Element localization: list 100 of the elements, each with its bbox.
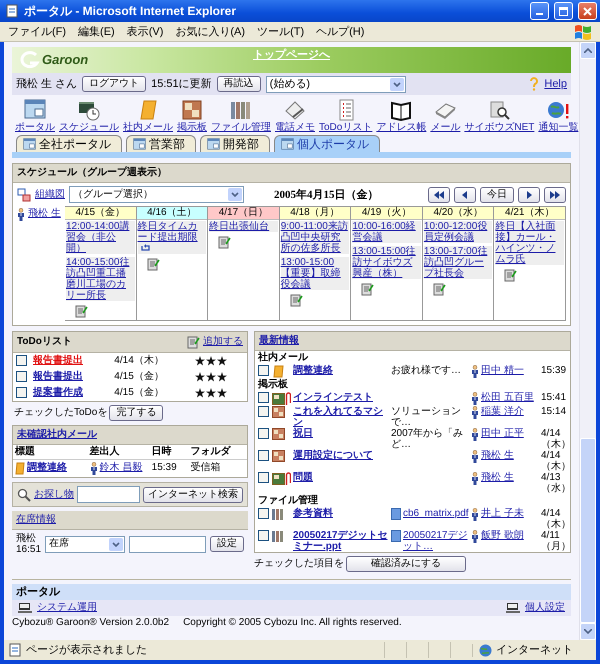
previous-day-button[interactable]: [454, 186, 476, 202]
author-link[interactable]: 飯野 歌朗: [481, 530, 524, 543]
event-link[interactable]: 10:00-12:00役員定例会議: [424, 221, 492, 243]
author-link[interactable]: 田中 精一: [481, 365, 524, 378]
event-link[interactable]: 13:00-17:00往訪凸凹グループ社長会: [424, 246, 492, 279]
item-title-link[interactable]: 問題: [293, 472, 389, 483]
logout-button[interactable]: ログアウト: [82, 76, 146, 92]
event-link[interactable]: 9:00-11:00来訪凸凹中央研究所の佐多所長: [280, 221, 350, 254]
notepad-icon[interactable]: [146, 257, 160, 271]
checkbox[interactable]: [258, 406, 269, 417]
app-link[interactable]: サイボウズNET: [463, 99, 536, 133]
previous-week-button[interactable]: [428, 186, 450, 202]
panel-title-link[interactable]: 最新情報: [259, 335, 299, 347]
menu-item[interactable]: ヘルプ(H): [316, 26, 364, 38]
mail-subject-link[interactable]: 調整連絡: [27, 462, 67, 476]
item-title-link[interactable]: 運用設定について: [293, 450, 389, 461]
notepad-icon[interactable]: [290, 293, 303, 307]
notepad-icon[interactable]: [75, 304, 88, 318]
author-link[interactable]: 田中 正平: [481, 428, 524, 441]
help-link[interactable]: Help: [544, 78, 567, 90]
todo-title-link[interactable]: 報告書提出: [33, 355, 83, 366]
maximize-button[interactable]: [554, 2, 573, 20]
next-week-button[interactable]: [544, 186, 566, 202]
item-title-link[interactable]: 調整連絡: [293, 365, 389, 376]
todo-title-link[interactable]: 提案書作成: [33, 387, 83, 398]
item-title-link[interactable]: 参考資料: [293, 508, 389, 519]
todo-title-link[interactable]: 報告書提出: [33, 371, 83, 382]
menu-item[interactable]: 表示(V): [126, 26, 164, 38]
event-link[interactable]: 12:00-14:00講習会（非公開）: [66, 221, 135, 254]
reload-button[interactable]: 再読込: [216, 76, 261, 92]
search-link[interactable]: お探し物: [34, 488, 74, 501]
add-todo-link[interactable]: 追加する: [203, 336, 243, 348]
comment-field[interactable]: [129, 536, 206, 553]
item-title-link[interactable]: 20050217デジットセミナー.ppt: [293, 530, 389, 552]
checkbox[interactable]: [258, 428, 269, 439]
set-button[interactable]: 設定: [210, 536, 244, 552]
author-link[interactable]: 井上 子未: [481, 508, 524, 521]
user-link[interactable]: 飛松 生: [28, 208, 61, 220]
org-chart-link[interactable]: 組織図: [35, 188, 65, 200]
item-title-link[interactable]: 祝日: [293, 428, 389, 439]
event-link[interactable]: 14:00-15:00往訪凸凹重工播磨川工場のカリー所長: [66, 257, 135, 301]
menu-item[interactable]: ファイル(F): [8, 26, 66, 38]
personal-settings-link[interactable]: 個人設定: [525, 602, 565, 614]
tab[interactable]: 開発部: [200, 135, 270, 152]
checkbox[interactable]: [16, 355, 27, 366]
app-link[interactable]: ファイル管理: [210, 99, 272, 133]
tab[interactable]: 営業部: [126, 135, 196, 152]
minimize-button[interactable]: [530, 2, 549, 20]
scroll-up-button[interactable]: [580, 42, 596, 59]
menu-item[interactable]: お気に入り(A): [175, 26, 246, 38]
file-link[interactable]: cb6_matrix.pdf: [403, 508, 469, 520]
checkbox[interactable]: [258, 472, 269, 483]
author-link[interactable]: 飛松 生: [481, 472, 514, 485]
notepad-icon[interactable]: [504, 268, 518, 282]
checkbox[interactable]: [258, 530, 269, 541]
status-select[interactable]: 在席: [45, 536, 126, 553]
event-link[interactable]: 終日タイムカード提出期限: [138, 221, 206, 254]
close-button[interactable]: [578, 2, 597, 20]
next-day-button[interactable]: [518, 186, 540, 202]
start-select[interactable]: (始める): [266, 76, 406, 92]
item-title-link[interactable]: インラインテスト: [293, 392, 389, 403]
app-link[interactable]: メール: [429, 99, 462, 133]
app-link[interactable]: アドレス帳: [375, 99, 428, 133]
author-link[interactable]: 稲葉 洋介: [481, 406, 524, 419]
checkbox[interactable]: [258, 508, 269, 519]
notepad-icon[interactable]: [218, 235, 232, 249]
presence-link[interactable]: 在席情報: [16, 514, 56, 526]
checkbox[interactable]: [258, 392, 269, 403]
event-link[interactable]: 13:00-15:00往訪サイボウズ興産（株）: [352, 246, 421, 279]
checkbox[interactable]: [16, 387, 27, 398]
complete-button[interactable]: 完了する: [109, 405, 164, 422]
event-link[interactable]: 終日出張仙台: [209, 221, 278, 232]
event-link[interactable]: 終日【入社面接】カール・ハインツ・ノムラ氏: [495, 221, 564, 265]
system-admin-link[interactable]: システム運用: [37, 602, 97, 614]
author-link[interactable]: 松田 五百里: [481, 392, 534, 405]
app-link[interactable]: 通知一覧: [537, 99, 580, 133]
scrollbar-thumb[interactable]: [580, 438, 596, 623]
item-title-link[interactable]: これを入れてるマシン: [293, 406, 389, 428]
event-link[interactable]: 13:00-15:00【重要】取締役会議: [280, 257, 350, 290]
mark-read-button[interactable]: 確認済みにする: [346, 556, 466, 572]
app-link[interactable]: 電話メモ: [274, 99, 316, 133]
sender-link[interactable]: 鈴木 昌毅: [100, 462, 142, 476]
event-link[interactable]: 10:00-16:00経営会議: [352, 221, 421, 243]
today-button[interactable]: 今日: [480, 186, 514, 202]
notepad-icon[interactable]: [432, 282, 446, 296]
app-link[interactable]: 掲示板: [176, 99, 208, 133]
checkbox[interactable]: [258, 450, 269, 461]
app-link[interactable]: 社内メール: [122, 99, 174, 133]
menu-item[interactable]: 編集(E): [78, 26, 115, 38]
scroll-down-button[interactable]: [580, 623, 596, 640]
notepad-icon[interactable]: [361, 282, 374, 296]
app-link[interactable]: スケジュール: [58, 99, 120, 133]
app-link[interactable]: ポータル: [14, 99, 56, 133]
checkbox[interactable]: [258, 365, 269, 376]
search-field[interactable]: [77, 486, 140, 504]
checkbox[interactable]: [16, 371, 27, 382]
author-link[interactable]: 飛松 生: [481, 450, 514, 463]
menu-item[interactable]: ツール(T): [257, 26, 304, 38]
tab[interactable]: 全社ポータル: [16, 135, 122, 152]
file-link[interactable]: 20050217デジット…: [403, 530, 469, 552]
